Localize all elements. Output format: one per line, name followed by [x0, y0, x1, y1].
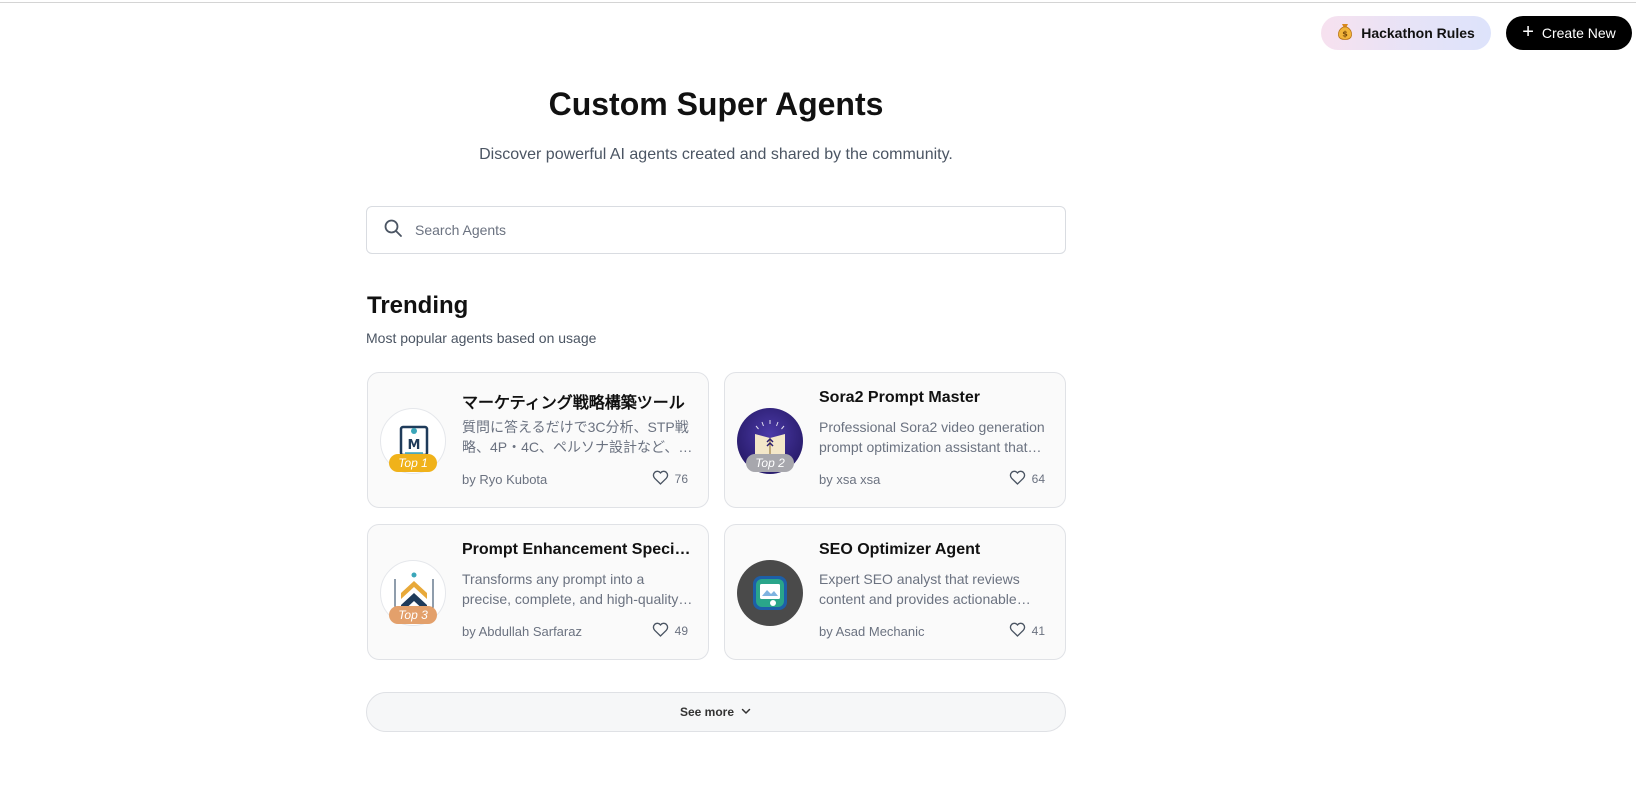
create-new-button[interactable]: + Create New: [1506, 16, 1632, 50]
like-button[interactable]: 64: [1009, 470, 1045, 488]
agent-avatar: [737, 560, 803, 626]
svg-text:M: M: [408, 438, 421, 453]
agent-description: Expert SEO analyst that reviews content …: [819, 571, 1020, 607]
agent-title: SEO Optimizer Agent: [819, 541, 981, 558]
create-new-label: Create New: [1541, 25, 1616, 41]
agent-avatar: Top 3: [380, 560, 446, 626]
rank-badge: Top 3: [389, 606, 437, 624]
chevron-down-icon: [740, 705, 752, 720]
trending-subtitle: Most popular agents based on usage: [366, 330, 597, 346]
rank-badge: Top 2: [746, 454, 794, 472]
agent-avatar: Top 2: [737, 408, 803, 474]
agent-author: by Abdullah Sarfaraz: [462, 624, 582, 639]
heart-icon: [652, 622, 669, 640]
like-count: 41: [1031, 624, 1045, 638]
heart-icon: [1009, 622, 1026, 640]
like-count: 76: [674, 472, 688, 486]
page-subtitle: Discover powerful AI agents created and …: [479, 146, 953, 163]
agent-avatar: M Top 1: [380, 408, 446, 474]
hackathon-rules-button[interactable]: $ Hackathon Rules: [1321, 16, 1491, 50]
top-divider: [0, 2, 1636, 3]
see-more-label: See more: [679, 705, 735, 719]
agent-card[interactable]: Top 2 Sora2 Prompt Master Professional S…: [724, 372, 1066, 508]
plus-icon: +: [1522, 21, 1534, 43]
agent-card[interactable]: M Top 1 マーケティング戦略構築ツール 質問に答えるだけで3C分析、STP…: [367, 372, 709, 508]
see-more-button[interactable]: See more: [366, 692, 1066, 732]
agent-description: 質問に答えるだけで3C分析、STP戦略、4P・4C、ペルソナ設計など、マーケティ…: [462, 419, 693, 455]
like-button[interactable]: 76: [652, 470, 688, 488]
like-button[interactable]: 41: [1009, 622, 1045, 640]
agent-description: Transforms any prompt into a precise, co…: [462, 571, 679, 607]
like-button[interactable]: 49: [652, 622, 688, 640]
agent-author: by Ryo Kubota: [462, 472, 548, 487]
search-icon: [383, 218, 403, 243]
rank-badge: Top 1: [389, 454, 437, 472]
agent-author: by xsa xsa: [819, 472, 881, 487]
agent-description: Professional Sora2 video generation prom…: [819, 419, 1045, 455]
agent-author: by Asad Mechanic: [819, 624, 925, 639]
trending-title: Trending: [367, 292, 469, 319]
page-title: Custom Super Agents: [548, 86, 884, 122]
agent-card[interactable]: Top 3 Prompt Enhancement Specialist Tran…: [367, 524, 709, 660]
svg-text:$: $: [1342, 29, 1348, 38]
hackathon-rules-label: Hackathon Rules: [1361, 25, 1475, 41]
agent-title: マーケティング戦略構築ツール: [462, 395, 685, 412]
heart-icon: [1009, 470, 1026, 488]
agent-card[interactable]: SEO Optimizer Agent Expert SEO analyst t…: [724, 524, 1066, 660]
agent-title: Prompt Enhancement Specialist: [462, 541, 694, 558]
search-input[interactable]: [415, 222, 1035, 238]
like-count: 64: [1031, 472, 1045, 486]
agent-title: Sora2 Prompt Master: [819, 389, 980, 406]
search-bar[interactable]: [366, 206, 1066, 254]
money-bag-icon: $: [1337, 22, 1353, 45]
like-count: 49: [674, 624, 688, 638]
heart-icon: [652, 470, 669, 488]
